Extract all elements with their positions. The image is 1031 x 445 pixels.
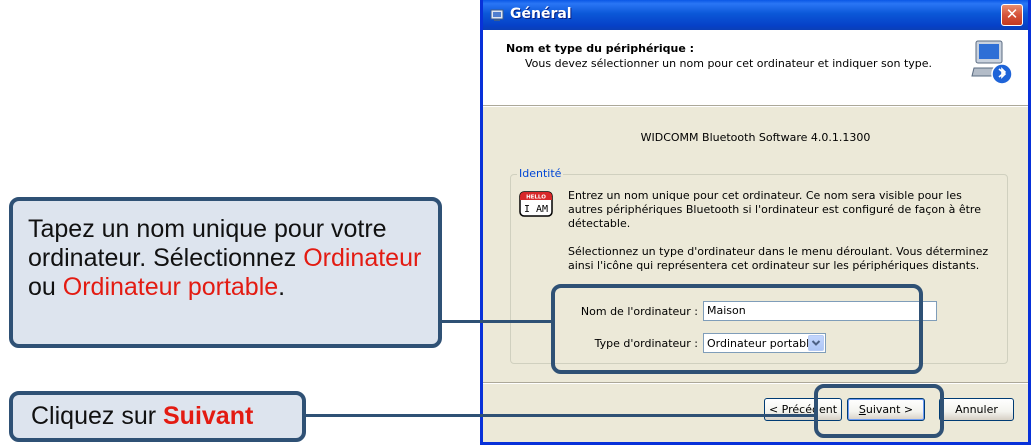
close-button[interactable]: ✕ bbox=[1001, 4, 1023, 26]
fields-connector-line bbox=[442, 320, 552, 323]
bluetooth-computer-icon bbox=[971, 40, 1013, 85]
fields-highlight-outline bbox=[551, 284, 923, 374]
next-callout-action: Suivant bbox=[163, 402, 254, 430]
fields-callout: Tapez un nom unique pour votre ordinateu… bbox=[9, 197, 442, 348]
fields-callout-or: ou bbox=[28, 273, 63, 301]
software-version: WIDCOMM Bluetooth Software 4.0.1.1300 bbox=[640, 131, 871, 144]
badge-hello-text: HELLO bbox=[526, 195, 546, 201]
window-title: Général bbox=[510, 6, 572, 22]
header-title: Nom et type du périphérique : bbox=[506, 42, 695, 55]
close-icon: ✕ bbox=[1005, 5, 1019, 23]
next-callout: Cliquez sur Suivant bbox=[9, 391, 306, 442]
cancel-button[interactable]: Annuler bbox=[939, 398, 1014, 421]
header-divider bbox=[483, 106, 1028, 108]
fields-callout-end: . bbox=[278, 273, 286, 301]
badge-iam-text: I AM bbox=[524, 204, 548, 215]
option-laptop: Ordinateur portable bbox=[62, 273, 279, 301]
option-computer: Ordinateur bbox=[303, 244, 422, 272]
identity-legend: Identité bbox=[517, 167, 564, 180]
i-am-badge-icon: HELLO I AM bbox=[519, 191, 553, 217]
title-bar[interactable]: Général ✕ bbox=[483, 0, 1028, 30]
wizard-header: Nom et type du périphérique : Vous devez… bbox=[483, 30, 1028, 106]
general-dialog: Général ✕ Nom et type du périphérique : … bbox=[480, 0, 1031, 445]
header-subtitle: Vous devez sélectionner un nom pour cet … bbox=[525, 57, 933, 70]
identity-description: Entrez un nom unique pour cet ordinateur… bbox=[568, 189, 981, 230]
bluetooth-window-icon bbox=[490, 9, 504, 21]
type-description: Sélectionnez un type d'ordinateur dans l… bbox=[568, 245, 989, 272]
next-button-highlight-outline bbox=[814, 384, 944, 438]
cancel-button-label: Annuler bbox=[955, 403, 998, 416]
footer-divider bbox=[483, 382, 1028, 384]
next-connector-line bbox=[306, 414, 815, 417]
next-callout-text: Cliquez sur bbox=[31, 402, 163, 430]
